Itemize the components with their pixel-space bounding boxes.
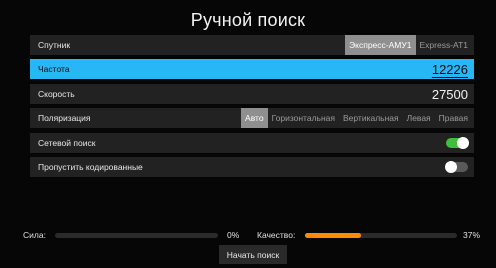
toggle-knob [445,161,457,173]
symbol-rate-row[interactable]: Скорость 27500 [30,84,474,104]
polarization-option-right[interactable]: Правая [435,108,472,128]
symbol-rate-value[interactable]: 27500 [432,87,468,102]
strength-value: 0% [227,230,240,240]
frequency-label: Частота [38,64,70,74]
satellite-option-express-at1[interactable]: Express-AT1 [416,35,473,55]
start-search-button[interactable]: Начать поиск [219,245,287,264]
polarization-option-left[interactable]: Левая [403,108,435,128]
satellite-row[interactable]: Спутник Экспресс-АМУ1 Express-AT1 [30,35,474,55]
strength-label: Сила: [23,230,46,240]
quality-bar-fill [305,233,362,238]
skip-scrambled-label: Пропустить кодированные [38,162,143,172]
toggle-knob [457,137,469,149]
frequency-row[interactable]: Частота 12226 [30,59,474,79]
polarization-label: Поляризация [38,113,91,123]
page-title: Ручной поиск [190,10,306,30]
quality-label: Качество: [257,230,296,240]
skip-scrambled-row[interactable]: Пропустить кодированные [30,157,474,177]
satellite-option-express-amu1[interactable]: Экспресс-АМУ1 [345,35,416,55]
polarization-option-vertical[interactable]: Вертикальная [339,108,403,128]
satellite-label: Спутник [38,40,71,50]
polarization-option-auto[interactable]: Авто [241,108,268,128]
quality-bar [305,233,457,238]
strength-bar [55,233,218,238]
frequency-value[interactable]: 12226 [432,62,468,77]
signal-meters: Сила: 0% Качество: 37% [0,228,496,242]
quality-value: 37% [463,230,481,240]
network-search-label: Сетевой поиск [38,138,96,148]
network-search-toggle[interactable] [446,137,469,149]
network-search-row[interactable]: Сетевой поиск [30,133,474,153]
polarization-option-horizontal[interactable]: Горизонтальная [268,108,339,128]
skip-scrambled-toggle[interactable] [445,161,468,173]
polarization-row[interactable]: Поляризация Авто Горизонтальная Вертикал… [30,108,474,128]
symbol-rate-label: Скорость [38,89,75,99]
